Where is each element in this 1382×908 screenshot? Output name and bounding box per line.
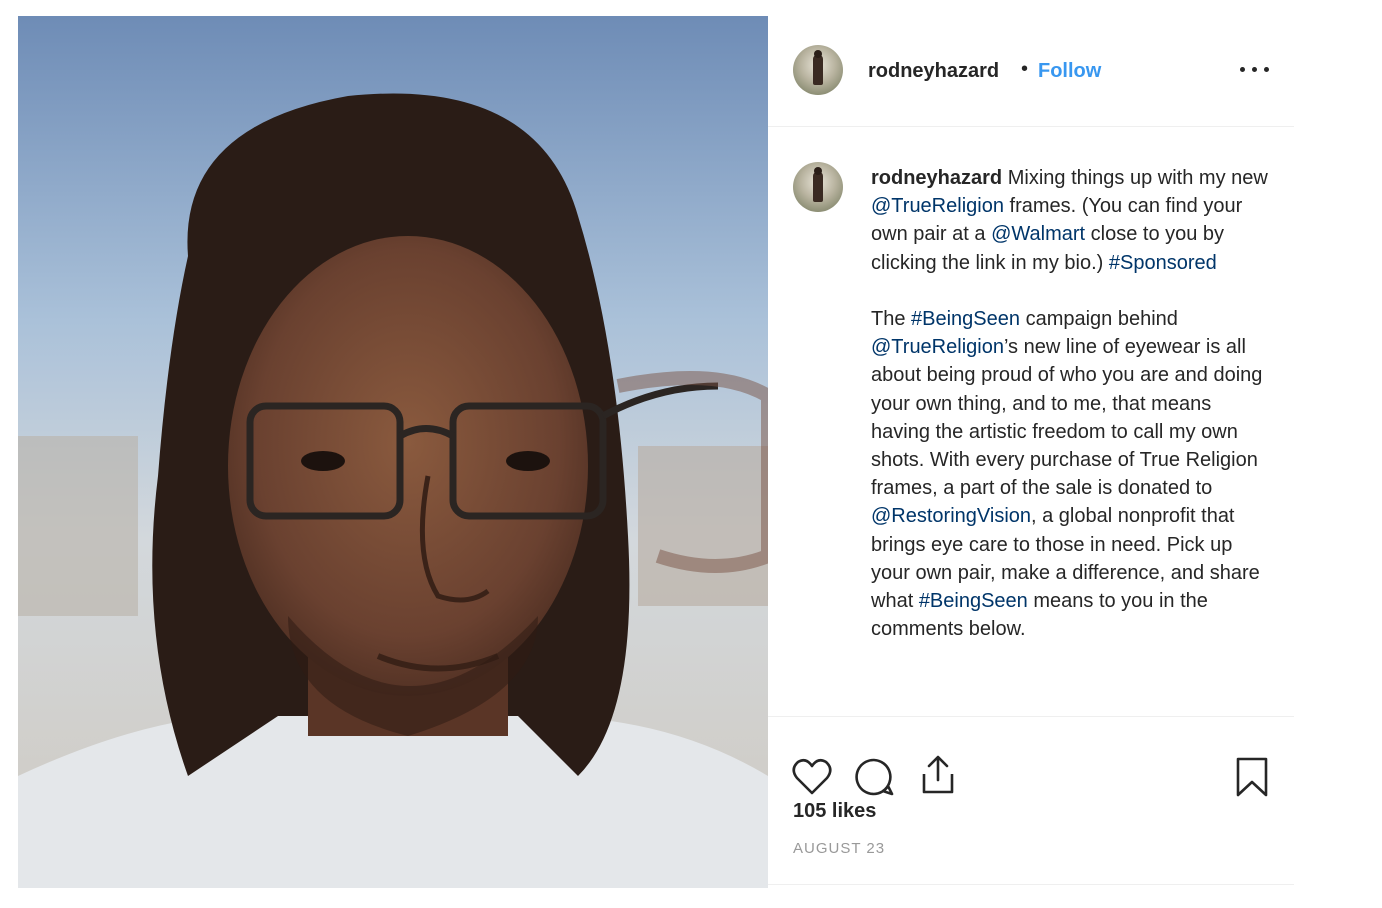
more-options-icon[interactable] [1238,54,1272,84]
post-header: rodneyhazard • Follow [768,16,1294,127]
bookmark-icon[interactable] [1234,756,1270,798]
portrait-illustration [18,16,768,888]
caption-section: rodneyhazard Mixing things up with my ne… [768,126,1294,717]
caption-fragment: ’s new line of eyewear is all about bein… [871,336,1263,500]
hashtag-link[interactable]: #Sponsored [1109,252,1217,274]
mention-link[interactable]: @TrueReligion [871,195,1004,217]
action-bar: 105 likes AUGUST 23 [768,736,1294,886]
hashtag-link[interactable]: #BeingSeen [919,590,1028,612]
mention-link[interactable]: @Walmart [991,223,1085,245]
comment-icon[interactable] [854,757,894,797]
post-details-panel: rodneyhazard • Follow rodneyhazard Mixin… [768,16,1294,888]
shirt [18,714,768,888]
divider [768,884,1294,885]
heart-icon[interactable] [792,758,832,796]
likes-count[interactable]: 105 likes [793,800,876,823]
mention-link[interactable]: @TrueReligion [871,336,1004,358]
post-photo[interactable] [18,16,768,888]
caption-avatar[interactable] [793,162,843,212]
caption-fragment: campaign behind [1020,308,1178,331]
caption-fragment: Mixing things up with my new [1002,167,1268,189]
post-date[interactable]: AUGUST 23 [793,840,885,857]
mention-link[interactable]: @RestoringVision [871,505,1031,527]
caption-username[interactable]: rodneyhazard [871,167,1002,189]
hashtag-link[interactable]: #BeingSeen [911,308,1020,330]
share-icon[interactable] [918,754,958,796]
avatar[interactable] [793,45,843,95]
caption-fragment: The [871,308,906,331]
follow-button[interactable]: Follow [1038,60,1101,83]
caption-text: rodneyhazard Mixing things up with my ne… [871,164,1271,643]
separator-dot: • [1021,58,1029,80]
username-link[interactable]: rodneyhazard [868,60,999,83]
